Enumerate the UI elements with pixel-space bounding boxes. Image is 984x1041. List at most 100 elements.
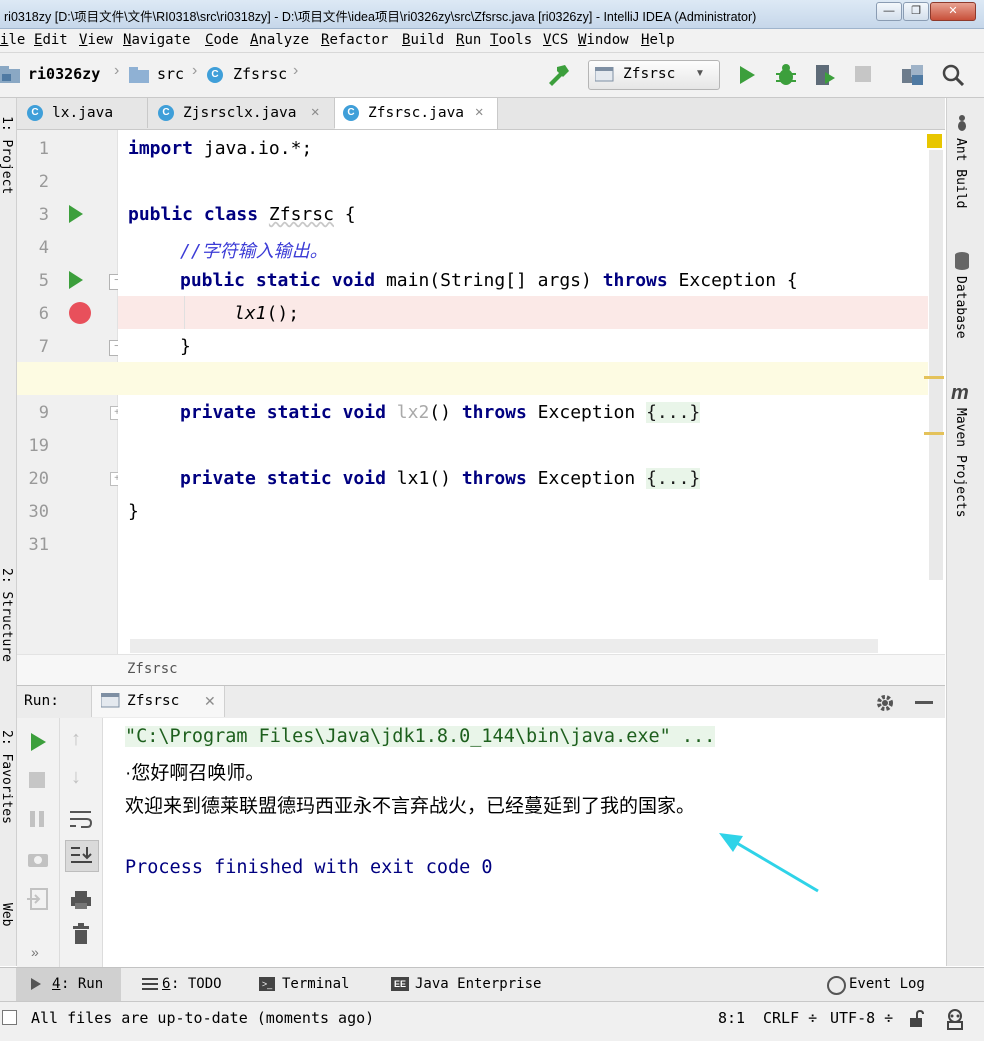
tab-zjsrsclx-java[interactable]: C Zjsrsclx.java ✕: [148, 98, 335, 128]
menu-tools[interactable]: Tools: [490, 32, 532, 48]
editor-vertical-scrollbar[interactable]: [929, 150, 943, 580]
soft-wrap-icon[interactable]: [69, 809, 93, 829]
run-with-coverage-icon[interactable]: [813, 63, 837, 87]
ant-build-tool-button[interactable]: Ant Build: [953, 138, 968, 208]
database-tool-button[interactable]: Database: [953, 276, 968, 339]
menu-vcs[interactable]: VCS: [543, 32, 568, 48]
keyword: void: [342, 468, 386, 489]
folded-block[interactable]: {...}: [646, 402, 701, 423]
run-icon[interactable]: [738, 65, 756, 85]
breadcrumb-src[interactable]: src: [157, 65, 184, 83]
menu-help[interactable]: Help: [641, 32, 675, 48]
editor-breadcrumb[interactable]: Zfsrsc: [127, 661, 178, 677]
close-tab-icon[interactable]: ✕: [204, 693, 216, 710]
minimize-button[interactable]: —: [876, 2, 902, 21]
inspection-status-icon[interactable]: [927, 134, 942, 148]
editor-horizontal-scrollbar[interactable]: [130, 639, 878, 653]
line-number: 1: [38, 139, 49, 159]
run-tab[interactable]: Zfsrsc ✕: [91, 686, 225, 717]
tool-tab-label: : TODO: [171, 976, 222, 992]
keyword: public: [180, 270, 246, 291]
tool-windows-toggle-icon[interactable]: [2, 1010, 17, 1025]
code-comment: //字符输入输出。: [180, 241, 328, 262]
tool-tab-key: 4: [52, 976, 61, 992]
camera-icon[interactable]: [27, 850, 49, 868]
menu-refactor[interactable]: Refactor: [321, 32, 388, 48]
event-log-tool-tab[interactable]: Event Log: [826, 968, 946, 1001]
print-icon[interactable]: [70, 890, 92, 910]
menu-navigate[interactable]: Navigate: [123, 32, 190, 48]
gear-icon[interactable]: [875, 693, 895, 713]
application-config-icon: [595, 67, 614, 82]
exit-icon[interactable]: [27, 888, 49, 910]
database-icon: [955, 252, 969, 270]
menu-window[interactable]: Window: [578, 32, 629, 48]
pause-icon[interactable]: [29, 810, 45, 828]
more-icon[interactable]: »: [31, 944, 39, 960]
scroll-to-end-toggle[interactable]: [65, 840, 99, 872]
rerun-icon[interactable]: [29, 732, 47, 752]
terminal-icon: >_: [259, 977, 275, 991]
line-number: 4: [38, 238, 49, 258]
error-stripe-mark[interactable]: [924, 432, 944, 435]
close-button[interactable]: ✕: [930, 2, 976, 21]
java-enterprise-tool-tab[interactable]: EE Java Enterprise: [390, 968, 565, 1001]
code-editor[interactable]: import java.io.*; public class Zfsrsc { …: [17, 130, 928, 654]
run-gutter-icon[interactable]: [68, 270, 84, 290]
status-message[interactable]: All files are up-to-date (moments ago): [31, 1009, 374, 1027]
arrow-up-icon[interactable]: ↑: [71, 728, 81, 751]
menu-code[interactable]: Code: [205, 32, 239, 48]
line-separator[interactable]: CRLF ÷: [763, 1009, 817, 1027]
breadcrumb-project[interactable]: ri0326zy: [28, 65, 100, 83]
tab-label: lx.java: [52, 105, 114, 121]
breakpoint-icon[interactable]: [69, 302, 91, 324]
project-tool-button[interactable]: 1: Project: [0, 116, 14, 226]
caret-position[interactable]: 8:1: [718, 1009, 745, 1027]
stop-icon[interactable]: [855, 66, 871, 82]
menu-file[interactable]: ile: [0, 32, 25, 48]
build-hammer-icon[interactable]: [545, 63, 571, 87]
right-tool-strip: Ant Build Database m Maven Projects: [946, 98, 984, 966]
structure-tool-button[interactable]: 2: Structure: [0, 568, 14, 683]
menu-view[interactable]: View: [79, 32, 113, 48]
stop-icon[interactable]: [29, 772, 45, 788]
keyword: public: [128, 204, 194, 225]
indent-guide: [184, 296, 185, 329]
error-stripe-mark[interactable]: [924, 376, 944, 379]
run-tool-tab[interactable]: 4 : Run: [16, 968, 121, 1001]
todo-tool-tab[interactable]: 6 : TODO: [140, 968, 240, 1001]
close-tab-icon[interactable]: ✕: [475, 104, 483, 120]
menu-analyze[interactable]: Analyze: [250, 32, 309, 48]
favorites-tool-button[interactable]: 2: Favorites: [0, 730, 14, 855]
line-number: 9: [38, 403, 49, 423]
trash-icon[interactable]: [72, 923, 90, 945]
run-gutter-icon[interactable]: [68, 204, 84, 224]
module-folder-icon: [0, 66, 20, 83]
run-configuration-select[interactable]: Zfsrsc ▼: [588, 60, 720, 90]
menu-build[interactable]: Build: [402, 32, 444, 48]
project-structure-icon[interactable]: [902, 65, 926, 85]
tab-lx-java[interactable]: C lx.java: [17, 98, 148, 128]
run-console-output[interactable]: "C:\Program Files\Java\jdk1.8.0_144\bin\…: [103, 718, 945, 967]
code-text: (): [429, 468, 462, 489]
line-number: 31: [28, 535, 49, 555]
hide-panel-icon[interactable]: [915, 701, 933, 704]
search-icon[interactable]: [942, 64, 964, 86]
maven-projects-tool-button[interactable]: Maven Projects: [953, 408, 968, 518]
folded-block[interactable]: {...}: [646, 468, 701, 489]
debug-bug-icon[interactable]: [775, 63, 797, 87]
keyword: private: [180, 468, 256, 489]
inspector-hector-icon[interactable]: [944, 1008, 966, 1030]
lock-icon[interactable]: [908, 1010, 926, 1028]
breadcrumb-class[interactable]: Zfsrsc: [233, 65, 287, 83]
terminal-tool-tab[interactable]: >_ Terminal: [258, 968, 368, 1001]
file-encoding[interactable]: UTF-8 ÷: [830, 1009, 893, 1027]
tab-zfsrsc-java[interactable]: C Zfsrsc.java ✕: [335, 98, 498, 129]
close-tab-icon[interactable]: ✕: [311, 104, 319, 120]
menu-run[interactable]: Run: [456, 32, 481, 48]
arrow-down-icon[interactable]: ↓: [71, 766, 81, 789]
tool-tab-label: Event Log: [849, 976, 925, 992]
menu-edit[interactable]: Edit: [34, 32, 68, 48]
restore-button[interactable]: ❐: [903, 2, 929, 21]
web-tool-button[interactable]: Web: [0, 903, 14, 948]
